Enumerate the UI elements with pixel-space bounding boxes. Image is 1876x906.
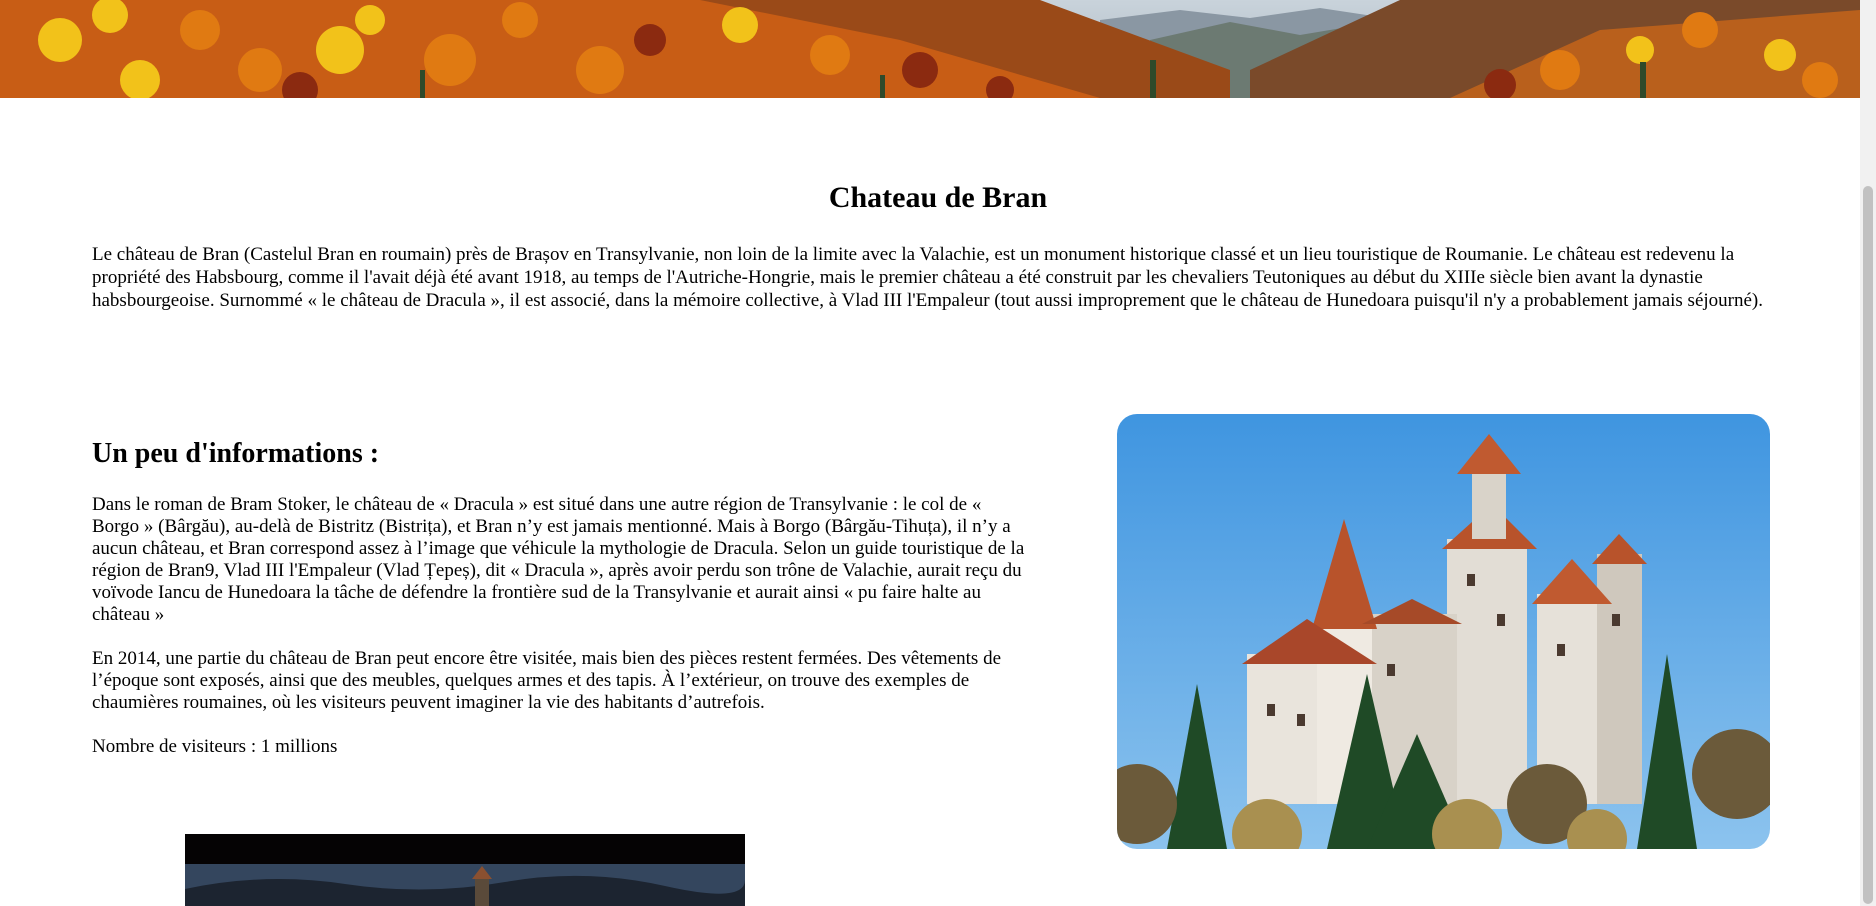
scrollbar-thumb[interactable] <box>1863 186 1873 904</box>
info-body: Dans le roman de Bram Stoker, le château… <box>92 494 1032 780</box>
castle-photo <box>1117 414 1770 849</box>
page-scrollbar[interactable] <box>1860 0 1876 906</box>
info-paragraph-1: Dans le roman de Bram Stoker, le château… <box>92 494 1025 625</box>
visitor-count: Nombre de visiteurs : 1 millions <box>92 736 338 757</box>
info-heading: Un peu d'informations : <box>92 438 380 469</box>
intro-paragraph: Le château de Bran (Castelul Bran en rou… <box>92 244 1763 311</box>
banner-image <box>0 0 1860 98</box>
castle-night-photo <box>185 834 745 906</box>
info-paragraph-2: En 2014, une partie du château de Bran p… <box>92 648 1002 713</box>
page-title: Chateau de Bran <box>828 181 1048 214</box>
